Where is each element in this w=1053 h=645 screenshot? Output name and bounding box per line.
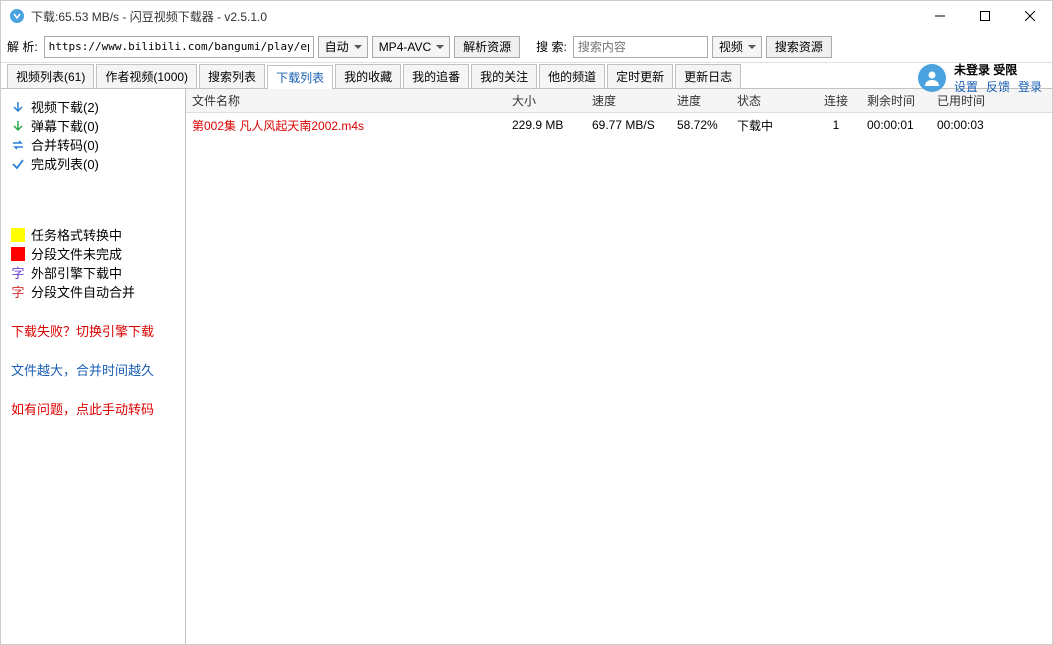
check-icon	[11, 157, 25, 171]
legend-label: 分段文件自动合并	[31, 282, 135, 301]
app-icon	[9, 8, 25, 24]
toolbar: 解 析: 自动 MP4-AVC 解析资源 搜 索: 视频 搜索资源	[1, 31, 1052, 63]
url-input[interactable]	[44, 36, 314, 58]
hint-big: 文件越大，合并时间越久	[11, 360, 175, 379]
tab-1[interactable]: 作者视频(1000)	[96, 64, 197, 88]
auto-select[interactable]: 自动	[318, 36, 368, 58]
account-panel: 未登录 受限 设置 反馈 登录	[918, 61, 1042, 95]
table-row[interactable]: 第002集 凡人风起天南2002.m4s229.9 MB69.77 MB/S58…	[186, 113, 1052, 137]
legend-0: 任务格式转换中	[11, 225, 175, 244]
tab-5[interactable]: 我的追番	[403, 64, 469, 88]
tab-8[interactable]: 定时更新	[607, 64, 673, 88]
sidebar-group-2[interactable]: 合并转码(0)	[11, 135, 175, 154]
avatar[interactable]	[918, 64, 946, 92]
tab-6[interactable]: 我的关注	[471, 64, 537, 88]
legend-glyph: 字	[11, 263, 25, 282]
tab-0[interactable]: 视频列表(61)	[7, 64, 94, 88]
search-label: 搜 索:	[536, 38, 567, 55]
th-name[interactable]: 文件名称	[186, 92, 506, 109]
cell-size: 229.9 MB	[506, 118, 586, 132]
hint-problem[interactable]: 如有问题，点此手动转码	[11, 399, 175, 418]
tab-4[interactable]: 我的收藏	[335, 64, 401, 88]
sidebar-group-3[interactable]: 完成列表(0)	[11, 154, 175, 173]
cell-speed: 69.77 MB/S	[586, 118, 671, 132]
minimize-button[interactable]	[917, 1, 962, 31]
th-conn[interactable]: 连接	[811, 92, 861, 109]
th-progress[interactable]: 进度	[671, 92, 731, 109]
tab-3[interactable]: 下载列表	[267, 65, 333, 89]
sidebar-group-label: 合并转码(0)	[31, 135, 99, 154]
th-status[interactable]: 状态	[731, 92, 811, 109]
legend-swatch	[11, 228, 25, 242]
cell-status: 下载中	[731, 117, 811, 134]
cell-used: 00:00:03	[931, 118, 1001, 132]
close-button[interactable]	[1007, 1, 1052, 31]
download-table: 文件名称 大小 速度 进度 状态 连接 剩余时间 已用时间 第002集 凡人风起…	[186, 89, 1052, 644]
hint-fail[interactable]: 下载失败？切换引擎下载	[11, 321, 175, 340]
legend-swatch	[11, 247, 25, 261]
legend-label: 分段文件未完成	[31, 244, 122, 263]
search-input[interactable]	[573, 36, 708, 58]
legend-label: 任务格式转换中	[31, 225, 122, 244]
legend-glyph: 字	[11, 282, 25, 301]
sidebar: 视频下载(2)弹幕下载(0)合并转码(0)完成列表(0) 任务格式转换中分段文件…	[1, 89, 186, 644]
parse-label: 解 析:	[7, 38, 38, 55]
th-speed[interactable]: 速度	[586, 92, 671, 109]
account-status: 未登录 受限	[954, 61, 1042, 78]
titlebar: 下载:65.53 MB/s - 闪豆视频下载器 - v2.5.1.0	[1, 1, 1052, 31]
tab-7[interactable]: 他的频道	[539, 64, 605, 88]
feedback-link[interactable]: 反馈	[986, 78, 1010, 95]
format-select[interactable]: MP4-AVC	[372, 36, 450, 58]
cell-conn: 1	[811, 118, 861, 132]
settings-link[interactable]: 设置	[954, 78, 978, 95]
cell-remain: 00:00:01	[861, 118, 931, 132]
search-button[interactable]: 搜索资源	[766, 36, 832, 58]
th-size[interactable]: 大小	[506, 92, 586, 109]
legend-label: 外部引擎下载中	[31, 263, 122, 282]
search-type-select[interactable]: 视频	[712, 36, 762, 58]
cell-name: 第002集 凡人风起天南2002.m4s	[186, 117, 506, 134]
sidebar-group-label: 完成列表(0)	[31, 154, 99, 173]
tab-9[interactable]: 更新日志	[675, 64, 741, 88]
sidebar-group-1[interactable]: 弹幕下载(0)	[11, 116, 175, 135]
tab-bar: 视频列表(61)作者视频(1000)搜索列表下载列表我的收藏我的追番我的关注他的…	[1, 63, 1052, 89]
maximize-button[interactable]	[962, 1, 1007, 31]
parse-button[interactable]: 解析资源	[454, 36, 520, 58]
swap-icon	[11, 138, 25, 152]
sidebar-group-label: 视频下载(2)	[31, 97, 99, 116]
login-link[interactable]: 登录	[1018, 78, 1042, 95]
window-title: 下载:65.53 MB/s - 闪豆视频下载器 - v2.5.1.0	[31, 8, 917, 25]
sidebar-group-0[interactable]: 视频下载(2)	[11, 97, 175, 116]
sidebar-group-label: 弹幕下载(0)	[31, 116, 99, 135]
tab-2[interactable]: 搜索列表	[199, 64, 265, 88]
legend-1: 分段文件未完成	[11, 244, 175, 263]
arrow-down-icon	[11, 119, 25, 133]
cell-progress: 58.72%	[671, 118, 731, 132]
legend-2: 字外部引擎下载中	[11, 263, 175, 282]
arrow-down-icon	[11, 100, 25, 114]
legend-3: 字分段文件自动合并	[11, 282, 175, 301]
